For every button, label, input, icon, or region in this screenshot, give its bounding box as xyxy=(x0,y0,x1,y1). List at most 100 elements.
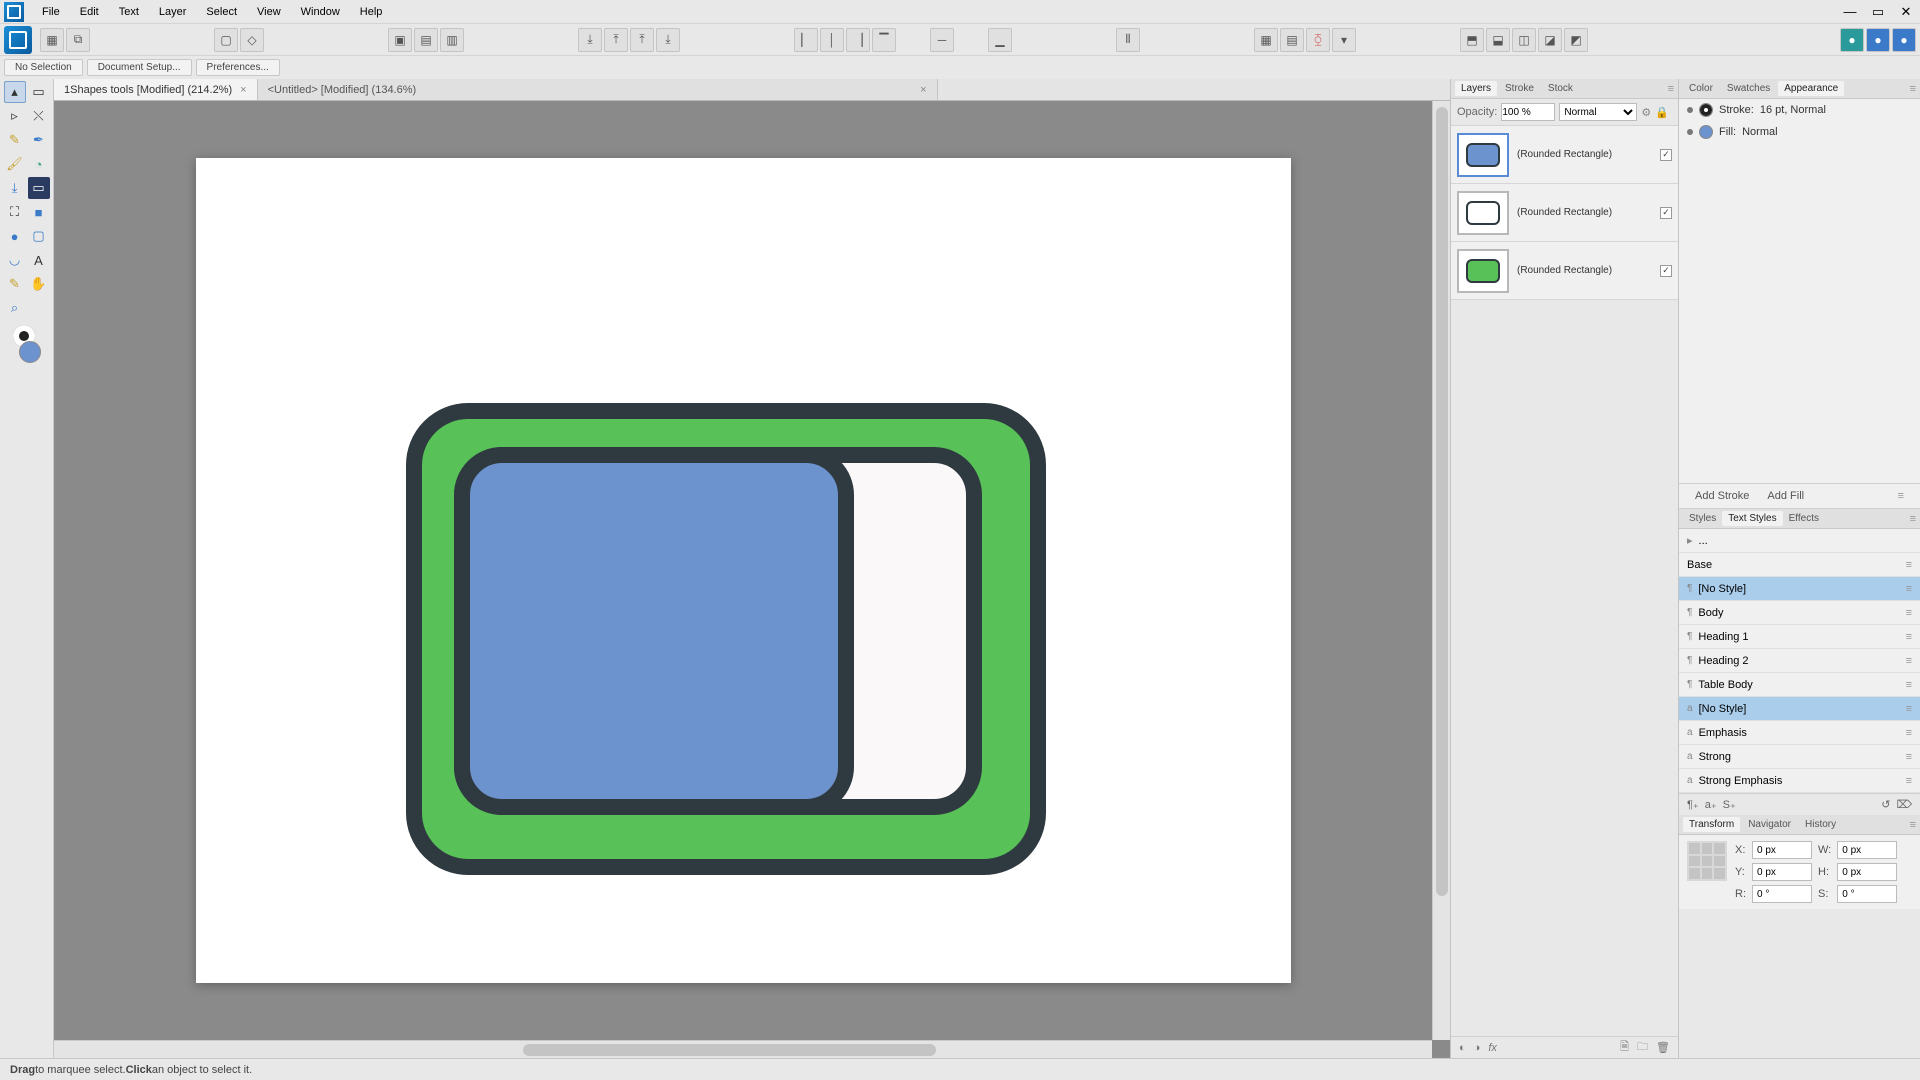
horizontal-scrollbar-thumb[interactable] xyxy=(523,1044,936,1056)
text-style-item[interactable]: aEmphasis≡ xyxy=(1679,721,1920,745)
appearance-stroke-row[interactable]: Stroke: 16 pt, Normal xyxy=(1679,99,1920,121)
pan-tool[interactable]: ✋ xyxy=(28,273,50,295)
item-menu-icon[interactable]: ≡ xyxy=(1906,775,1912,787)
snap-options-icon[interactable]: ▤ xyxy=(414,28,438,52)
snap-axis-icon[interactable]: ▥ xyxy=(440,28,464,52)
boolean-subtract-icon[interactable]: ⬓ xyxy=(1486,28,1510,52)
document-setup-button[interactable]: Document Setup... xyxy=(87,59,192,76)
new-doc-icon[interactable]: ▢ xyxy=(214,28,238,52)
store-icon[interactable]: ● xyxy=(1866,28,1890,52)
align-center-icon[interactable]: │ xyxy=(820,28,844,52)
x-input[interactable] xyxy=(1752,841,1812,859)
menu-text[interactable]: Text xyxy=(109,2,149,22)
vertical-scrollbar[interactable] xyxy=(1432,101,1450,1040)
close-tab-icon[interactable]: × xyxy=(240,84,246,96)
open-doc-icon[interactable]: ◇ xyxy=(240,28,264,52)
delete-style-icon[interactable]: ⌦ xyxy=(1896,798,1912,811)
shape-rounded-rect-blue[interactable] xyxy=(454,447,854,815)
grid-b-icon[interactable]: ▤ xyxy=(1280,28,1304,52)
menu-window[interactable]: Window xyxy=(291,2,350,22)
panel-menu-icon[interactable]: ≡ xyxy=(1668,83,1674,95)
new-char-style-icon[interactable]: a₊ xyxy=(1705,798,1717,811)
new-group-style-icon[interactable]: S₊ xyxy=(1723,798,1736,811)
zoom-tool[interactable]: ⌕ xyxy=(4,297,26,319)
node-tool[interactable]: ▹ xyxy=(4,105,26,127)
add-stroke-button[interactable]: Add Stroke xyxy=(1695,490,1749,502)
mask-icon[interactable]: ◐ xyxy=(1459,1042,1466,1054)
brush-tool[interactable]: 🖌 xyxy=(4,153,26,175)
panel-menu-icon[interactable]: ≡ xyxy=(1910,819,1916,831)
pencil-tool[interactable]: ✎ xyxy=(4,129,26,151)
text-styles-breadcrumb[interactable]: ▸... xyxy=(1679,529,1920,553)
preferences-button[interactable]: Preferences... xyxy=(196,59,280,76)
stroke-swatch-icon[interactable] xyxy=(1699,103,1713,117)
boolean-xor-icon[interactable]: ◪ xyxy=(1538,28,1562,52)
delete-layer-icon[interactable]: 🗑 xyxy=(1656,1041,1670,1054)
adjustment-icon[interactable]: ◑ xyxy=(1474,1042,1481,1054)
rounded-rect-tool[interactable]: ▢ xyxy=(28,225,50,247)
blend-mode-select[interactable]: Normal xyxy=(1559,103,1637,121)
menu-file[interactable]: File xyxy=(32,2,70,22)
help-icon[interactable]: ● xyxy=(1892,28,1916,52)
item-menu-icon[interactable]: ≡ xyxy=(1906,655,1912,667)
h-input[interactable] xyxy=(1837,863,1897,881)
align-right-icon[interactable]: ▕ xyxy=(846,28,870,52)
menu-view[interactable]: View xyxy=(247,2,291,22)
add-layer-icon[interactable]: 🗎 xyxy=(1620,1038,1629,1057)
item-menu-icon[interactable]: ≡ xyxy=(1906,631,1912,643)
tab-appearance[interactable]: Appearance xyxy=(1778,81,1844,96)
w-input[interactable] xyxy=(1837,841,1897,859)
arrange-backward-icon[interactable]: ⤒ xyxy=(604,28,628,52)
tab-stock[interactable]: Stock xyxy=(1542,81,1579,96)
boolean-add-icon[interactable]: ⬒ xyxy=(1460,28,1484,52)
text-style-item[interactable]: ¶Heading 1≡ xyxy=(1679,625,1920,649)
arrange-back-icon[interactable]: ⤓ xyxy=(578,28,602,52)
layer-options-icon[interactable]: ⚙ xyxy=(1641,106,1651,119)
corner-tool[interactable]: ⤬ xyxy=(28,105,50,127)
layer-item[interactable]: (Rounded Rectangle) xyxy=(1451,184,1678,242)
ellipse-tool[interactable]: ● xyxy=(4,225,26,247)
panel-menu-icon[interactable]: ≡ xyxy=(1898,490,1904,502)
arrange-front-icon[interactable]: ⤓ xyxy=(656,28,680,52)
dropper-tool[interactable]: ⤓ xyxy=(4,177,26,199)
dropdown-icon[interactable]: ▾ xyxy=(1332,28,1356,52)
tab-history[interactable]: History xyxy=(1799,817,1842,832)
magnet-icon[interactable]: ⧲ xyxy=(1306,28,1330,52)
menu-help[interactable]: Help xyxy=(350,2,393,22)
menu-edit[interactable]: Edit xyxy=(70,2,109,22)
document-tab-active[interactable]: 1Shapes tools [Modified] (214.2%) × xyxy=(54,79,258,100)
s-input[interactable] xyxy=(1837,885,1897,903)
fill-swatch[interactable] xyxy=(19,341,41,363)
item-menu-icon[interactable]: ≡ xyxy=(1906,751,1912,763)
fill-tool[interactable]: ◔ xyxy=(28,153,50,175)
item-menu-icon[interactable]: ≡ xyxy=(1906,559,1912,571)
move-tool[interactable]: ▴ xyxy=(4,81,26,103)
align-top-icon[interactable]: ▔ xyxy=(872,28,896,52)
item-menu-icon[interactable]: ≡ xyxy=(1906,607,1912,619)
crop-tool[interactable]: ⛶ xyxy=(4,201,26,223)
tab-effects[interactable]: Effects xyxy=(1783,511,1825,526)
layer-item[interactable]: (Rounded Rectangle) xyxy=(1451,242,1678,300)
horizontal-scrollbar[interactable] xyxy=(54,1040,1432,1058)
item-menu-icon[interactable]: ≡ xyxy=(1906,727,1912,739)
text-style-item[interactable]: a[No Style]≡ xyxy=(1679,697,1920,721)
persona-icon[interactable] xyxy=(4,26,32,54)
layer-lock-icon[interactable]: 🔒 xyxy=(1655,106,1669,119)
add-group-icon[interactable]: 🗀 xyxy=(1637,1038,1648,1057)
arrange-forward-icon[interactable]: ⤒ xyxy=(630,28,654,52)
text-style-item[interactable]: ¶Body≡ xyxy=(1679,601,1920,625)
text-style-item[interactable]: ¶Table Body≡ xyxy=(1679,673,1920,697)
eyedropper-tool[interactable]: ✎ xyxy=(4,273,26,295)
tab-swatches[interactable]: Swatches xyxy=(1721,81,1776,96)
tab-transform[interactable]: Transform xyxy=(1683,817,1740,832)
layer-visibility-checkbox[interactable] xyxy=(1660,265,1672,277)
text-style-base[interactable]: Base ≡ xyxy=(1679,553,1920,577)
new-para-style-icon[interactable]: ¶₊ xyxy=(1687,798,1699,811)
text-tool[interactable]: A xyxy=(28,249,50,271)
tab-stroke[interactable]: Stroke xyxy=(1499,81,1540,96)
boolean-divide-icon[interactable]: ◩ xyxy=(1564,28,1588,52)
maximize-button[interactable]: ▭ xyxy=(1864,1,1892,23)
align-left-icon[interactable]: ▏ xyxy=(794,28,818,52)
shape-tool[interactable]: ■ xyxy=(28,201,50,223)
export-persona-icon[interactable]: ⧉ xyxy=(66,28,90,52)
